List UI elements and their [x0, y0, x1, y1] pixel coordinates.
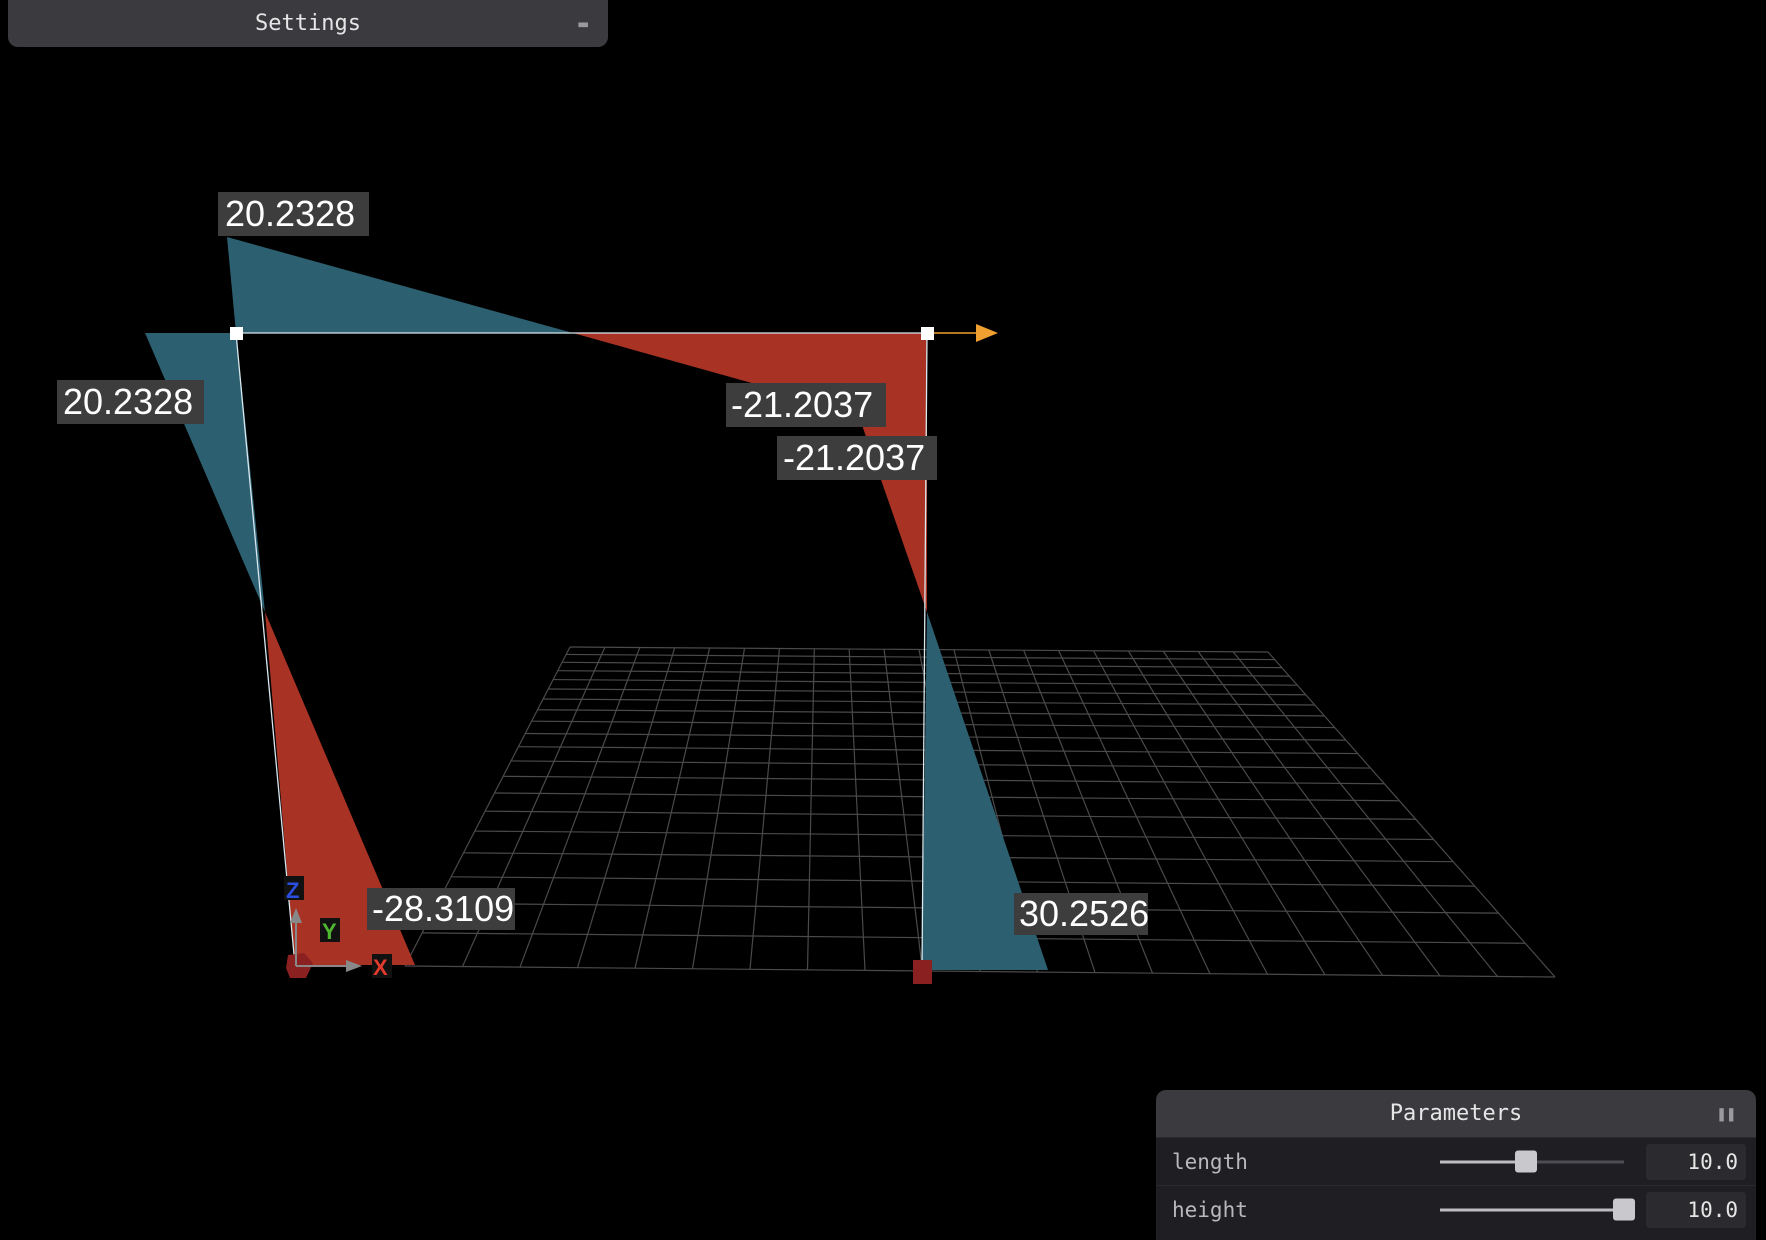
parameters-title: Parameters [1389, 1101, 1523, 1126]
axis-z-label: Z [286, 878, 299, 903]
left-column-line [235, 332, 296, 966]
grid-line [519, 647, 641, 968]
node-left-top[interactable] [230, 327, 243, 340]
left-column-upper-diagram [145, 333, 265, 612]
arrow-head-icon [976, 324, 998, 342]
node-right-top[interactable] [921, 327, 934, 340]
settings-title: Settings [255, 11, 361, 36]
grid-line [883, 649, 924, 972]
pause-icon[interactable]: ❚❚ [1717, 1105, 1736, 1122]
load-arrow [927, 324, 998, 342]
value-label-left-column-top: 20.2328 [63, 381, 193, 422]
grid-line [691, 648, 746, 969]
height-slider-knob[interactable] [1613, 1198, 1635, 1221]
grid-line [1127, 650, 1326, 976]
beam-left-diagram [227, 237, 573, 333]
value-label-beam-right: -21.2037 [731, 384, 873, 425]
length-label: length [1172, 1149, 1248, 1174]
axis-y-label: Y [322, 919, 337, 944]
param-row-height: height 10.0 [1156, 1185, 1756, 1233]
height-label: height [1172, 1197, 1248, 1222]
value-label-right-column-top: -21.2037 [783, 437, 925, 478]
value-label-left-column-base: -28.3109 [372, 888, 514, 929]
length-slider-fill [1440, 1160, 1527, 1163]
value-label-right-column-base: 30.2526 [1019, 893, 1149, 934]
value-label-beam-left: 20.2328 [225, 193, 355, 234]
length-value-input[interactable]: 10.0 [1646, 1143, 1746, 1180]
grid-line [634, 647, 711, 969]
length-slider-knob[interactable] [1515, 1150, 1538, 1173]
axis-x-label: X [373, 955, 388, 980]
grid-line [806, 648, 815, 970]
grid-line [1197, 651, 1441, 977]
collapse-icon[interactable]: ▬ [578, 15, 588, 32]
param-row-length: length 10.0 [1156, 1137, 1756, 1185]
moment-diagram [145, 237, 1048, 970]
settings-bar[interactable]: Settings ▬ [8, 0, 608, 47]
height-slider[interactable] [1440, 1198, 1635, 1221]
length-slider[interactable] [1440, 1150, 1624, 1173]
grid-line [1267, 651, 1556, 978]
height-value-input[interactable]: 10.0 [1646, 1191, 1746, 1228]
3d-viewport[interactable]: X Y Z 20.2328 20.2328 -21.2037 -21.2037 … [0, 0, 1766, 1240]
grid-line [749, 648, 780, 970]
height-slider-fill [1440, 1208, 1624, 1211]
parameters-panel: Parameters ❚❚ length 10.0 height 10.0 [1156, 1090, 1756, 1240]
support-right-icon [913, 960, 932, 984]
grid-line [576, 647, 676, 968]
grid-line [848, 648, 866, 971]
parameters-header[interactable]: Parameters ❚❚ [1156, 1090, 1756, 1137]
